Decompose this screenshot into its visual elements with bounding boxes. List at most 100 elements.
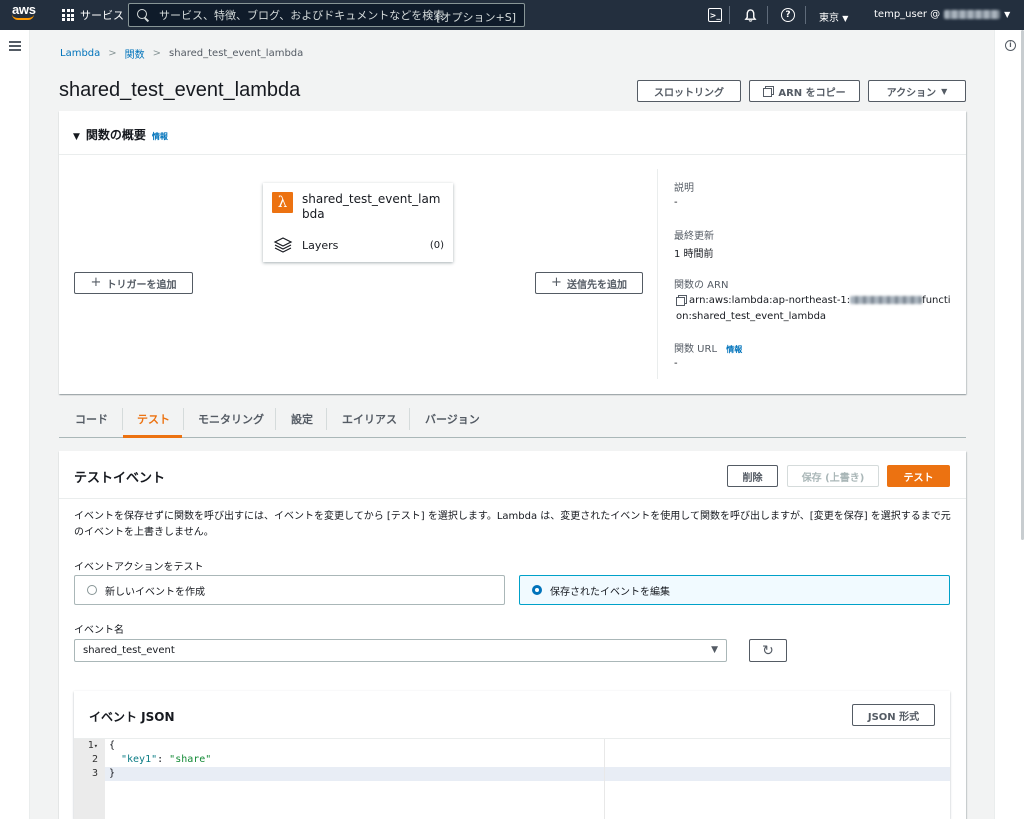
breadcrumb-lambda[interactable]: Lambda [60, 48, 100, 59]
chevron-right-icon: > [152, 48, 162, 59]
event-action-label: イベントアクションをテスト [74, 562, 204, 573]
function-arn-label: 関数の ARN [674, 280, 729, 291]
active-line-highlight [105, 767, 950, 781]
code-line: } [109, 768, 116, 779]
function-overview-panel: ▼ 関数の概要 情報 λ shared_test_event_lambda Laye… [59, 111, 966, 394]
copy-icon[interactable] [676, 295, 687, 306]
plus-icon: + [90, 275, 102, 290]
region-selector[interactable]: 東京 ▼ [819, 9, 848, 24]
function-name: shared_test_event_lambda [302, 192, 441, 221]
redacted-account-id [944, 10, 1001, 19]
tab-test[interactable]: テスト [137, 400, 170, 438]
tab-versions[interactable]: バージョン [425, 400, 480, 438]
event-json-title: イベント JSON [89, 710, 175, 724]
function-arn-value: arn:aws:lambda:ap-northeast-1: function:s… [676, 295, 951, 322]
breadcrumb-functions[interactable]: 関数 [125, 46, 145, 61]
last-modified-value: 1 時間前 [674, 249, 714, 260]
line-number: 2 [91, 754, 98, 765]
tab-divider [275, 408, 276, 430]
nav-divider [729, 6, 730, 24]
test-event-header: テストイベント 削除 保存 (上書き) テスト [59, 451, 966, 499]
overview-divider [657, 169, 658, 379]
actions-button[interactable]: アクション ▼ [868, 80, 966, 102]
function-url-label: 関数 URL 情報 [674, 344, 743, 355]
function-tabs: コード テスト モニタリング 設定 エイリアス バージョン [59, 400, 966, 438]
last-modified-label: 最終更新 [674, 231, 714, 242]
nav-divider [767, 6, 768, 24]
function-overview-toggle[interactable]: ▼ 関数の概要 情報 [73, 126, 168, 143]
refresh-button[interactable]: ↻ [749, 639, 787, 662]
function-diagram-card[interactable]: λ shared_test_event_lambda Layers (0) [263, 183, 453, 262]
services-menu[interactable]: サービス [62, 7, 124, 23]
left-navigation-rail [0, 30, 30, 819]
save-overwrite-button[interactable]: 保存 (上書き) [787, 465, 879, 487]
info-link[interactable]: 情報 [152, 132, 168, 141]
add-trigger-button[interactable]: + トリガーを追加 [74, 272, 193, 294]
radio-create-new-event[interactable]: 新しいイベントを作成 [74, 575, 505, 605]
code-line: "key1": "share" [121, 754, 212, 765]
redacted-account-id [850, 296, 923, 304]
search-icon [137, 9, 149, 21]
plus-icon: + [551, 275, 562, 290]
json-format-button[interactable]: JSON 形式 [852, 704, 935, 726]
radio-edit-saved-event[interactable]: 保存されたイベントを編集 [519, 575, 950, 605]
bell-icon[interactable] [743, 8, 757, 22]
test-event-panel: テストイベント 削除 保存 (上書き) テスト イベントを保存せずに関数を呼び出… [59, 451, 966, 819]
lambda-icon: λ [272, 192, 293, 213]
tab-code[interactable]: コード [75, 400, 108, 438]
description-label: 説明 [674, 183, 694, 194]
account-menu[interactable]: temp_user @ ▼ [874, 9, 1010, 20]
page-title: shared_test_event_lambda [59, 79, 301, 101]
print-margin [604, 739, 605, 819]
editor-gutter [74, 739, 105, 819]
event-json-header: イベント JSON JSON 形式 [74, 691, 950, 739]
function-url-value: - [674, 358, 678, 369]
test-button[interactable]: テスト [887, 465, 950, 487]
tab-divider [122, 408, 123, 430]
event-name-label: イベント名 [74, 625, 124, 636]
copy-arn-button[interactable]: ARN をコピー [749, 80, 860, 102]
cloudshell-icon[interactable]: >_ [708, 8, 722, 22]
caret-down-icon: ▼ [842, 14, 849, 23]
fold-icon: ▾ [93, 742, 98, 750]
event-json-panel: イベント JSON JSON 形式 1▾ 2 3 { "key1": "shar… [74, 691, 950, 819]
radio-button[interactable] [87, 585, 97, 595]
test-event-description: イベントを保存せずに関数を呼び出すには、イベントを変更してから [テスト] を選… [74, 511, 951, 538]
event-name-select[interactable]: shared_test_event ▼ [74, 639, 727, 662]
grid-icon [62, 9, 74, 21]
delete-button[interactable]: 削除 [727, 465, 778, 487]
line-number: 3 [91, 768, 98, 779]
line-number: 1▾ [87, 740, 98, 751]
function-overview-header: ▼ 関数の概要 情報 [59, 111, 966, 155]
json-code-editor[interactable]: 1▾ 2 3 { "key1": "share" } [74, 739, 950, 819]
throttle-button[interactable]: スロットリング [637, 80, 741, 102]
copy-icon [763, 86, 775, 97]
help-icon[interactable]: ? [781, 8, 795, 22]
description-value: - [674, 197, 678, 208]
add-destination-button[interactable]: + 送信先を追加 [535, 272, 643, 294]
menu-icon[interactable] [9, 41, 21, 51]
aws-logo[interactable]: aws [12, 3, 38, 26]
info-icon[interactable]: i [1005, 40, 1016, 51]
caret-down-icon: ▼ [941, 86, 948, 96]
tab-monitoring[interactable]: モニタリング [198, 400, 264, 438]
active-tab-indicator [123, 435, 182, 438]
tab-divider [409, 408, 410, 430]
code-line: { [109, 740, 116, 751]
top-navigation: aws サービス サービス、特徴、ブログ、およびドキュメントなどを検索 [オプシ… [0, 0, 1024, 30]
layers-count: (0) [429, 240, 444, 251]
caret-down-icon: ▼ [73, 132, 80, 142]
layers-icon [273, 237, 293, 253]
tab-configuration[interactable]: 設定 [291, 400, 313, 438]
breadcrumb-current: shared_test_event_lambda [169, 48, 304, 59]
layers-label[interactable]: Layers [302, 239, 338, 252]
test-event-title: テストイベント [74, 471, 166, 486]
tab-divider [326, 408, 327, 430]
radio-button-selected[interactable] [532, 585, 542, 595]
nav-divider [805, 6, 806, 24]
caret-down-icon: ▼ [711, 645, 718, 655]
search-input[interactable]: サービス、特徴、ブログ、およびドキュメントなどを検索 [オプション+S] [128, 3, 525, 27]
info-link[interactable]: 情報 [726, 345, 742, 354]
tab-divider [183, 408, 184, 430]
tab-aliases[interactable]: エイリアス [342, 400, 397, 438]
